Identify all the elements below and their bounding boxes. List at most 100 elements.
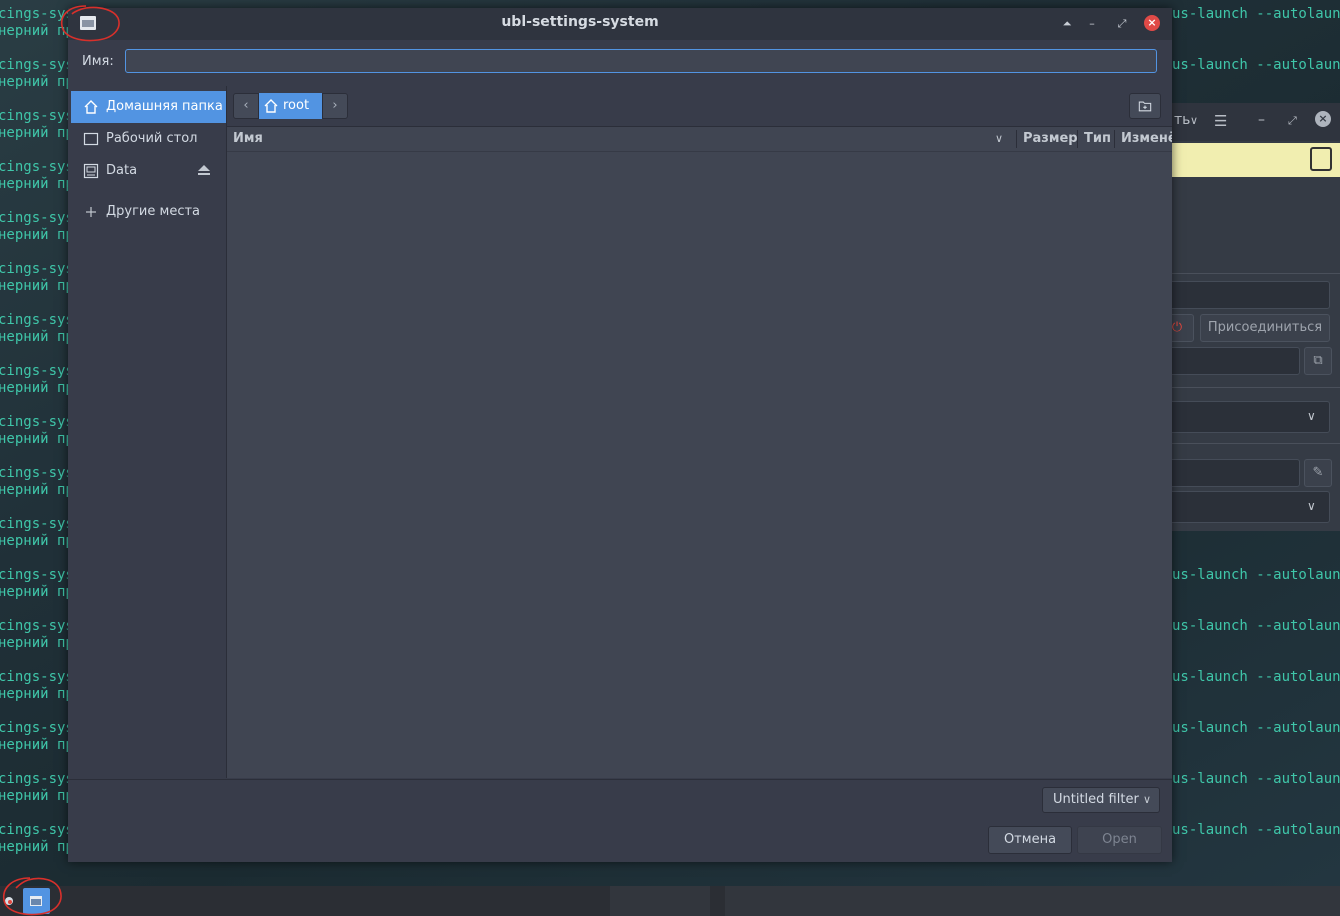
pencil-icon[interactable]: ✎ — [1304, 459, 1332, 487]
chevron-left-icon[interactable]: ‹ — [233, 93, 259, 119]
terminal-text: cings-sys — [0, 210, 74, 226]
terminal-text: нерний пр — [0, 686, 74, 702]
hamburger-menu-icon[interactable]: ☰ — [1214, 112, 1227, 130]
terminal-text: нерний пр — [0, 23, 74, 39]
start-menu-icon[interactable] — [4, 896, 14, 906]
terminal-text: cings-sys — [0, 516, 74, 532]
minimize-icon[interactable]: – — [1258, 112, 1265, 128]
column-header: Имя ∨ Размер Тип Изменён — [227, 127, 1172, 152]
terminal-text: cings-sys — [0, 108, 74, 124]
open-button[interactable]: Open — [1077, 826, 1162, 854]
new-folder-icon — [1138, 101, 1152, 112]
sidebar-item-label: Другие места — [106, 204, 201, 219]
taskbar-item-dialog[interactable] — [23, 888, 50, 914]
terminal-text: нерний пр — [0, 533, 74, 549]
terminal-text: cings-sys — [0, 363, 74, 379]
sidebar-item-desktop[interactable]: Рабочий стол — [71, 123, 226, 155]
connect-button[interactable]: Присоединиться — [1200, 314, 1330, 342]
sidebar-item-other-places[interactable]: Другие места — [71, 196, 226, 228]
terminal-text: us-launch --autolaunc — [1172, 771, 1340, 787]
terminal-text: cings-sys — [0, 720, 74, 736]
minimize-icon[interactable]: – — [1083, 15, 1101, 33]
terminal-text: нерний пр — [0, 737, 74, 753]
sort-chevron-icon[interactable]: ∨ — [995, 132, 1003, 145]
drive-icon — [83, 163, 99, 179]
terminal-text: us-launch --autolaunc — [1172, 669, 1340, 685]
maximize-icon[interactable]: ⤢ — [1113, 15, 1131, 33]
background-input-3[interactable] — [1160, 459, 1300, 487]
filter-dropdown[interactable]: Untitled filter ∨ — [1042, 787, 1160, 813]
sidebar-item-label: Data — [106, 163, 138, 178]
terminal-text: нерний пр — [0, 380, 74, 396]
background-menu-label[interactable]: ть — [1174, 112, 1190, 128]
terminal-text: cings-sys — [0, 669, 74, 685]
terminal-text: us-launch --autolaunc — [1172, 822, 1340, 838]
terminal-text: нерний пр — [0, 584, 74, 600]
close-icon[interactable]: × — [1315, 111, 1331, 127]
terminal-text: cings-sys — [0, 261, 74, 277]
terminal-text: нерний пр — [0, 788, 74, 804]
taskbar-segment — [725, 886, 1340, 916]
window-icon — [30, 896, 42, 906]
warning-banner — [1160, 143, 1340, 177]
terminal-text: us-launch --autolaunc — [1172, 57, 1340, 73]
terminal-text: cings-sys — [0, 567, 74, 583]
terminal-text: us-launch --autolaunc — [1172, 618, 1340, 634]
path-bar: ‹ root › — [227, 86, 1172, 127]
terminal-text: cings-sys — [0, 414, 74, 430]
terminal-text: cings-sys — [0, 465, 74, 481]
background-app-header: ть ∨ ☰ – ⤢ × — [1160, 103, 1340, 141]
terminal-text: cings-sys — [0, 6, 74, 22]
column-modified[interactable]: Изменён — [1121, 131, 1172, 146]
copy-icon[interactable]: ⧉ — [1304, 347, 1332, 375]
cancel-button[interactable]: Отмена — [988, 826, 1072, 854]
action-bar: Отмена Open — [68, 819, 1172, 862]
places-sidebar: Домашняя папка Рабочий стол Data Другие … — [71, 86, 227, 778]
taskbar-segment — [610, 886, 710, 916]
background-input-2[interactable] — [1160, 347, 1300, 375]
terminal-text: us-launch --autolaunc — [1172, 6, 1340, 22]
filter-bar: Untitled filter ∨ — [68, 779, 1172, 820]
new-folder-button[interactable] — [1129, 93, 1161, 119]
taskbar — [0, 886, 1340, 916]
terminal-text: cings-sys — [0, 159, 74, 175]
terminal-text: нерний пр — [0, 125, 74, 141]
save-icon[interactable] — [1310, 147, 1332, 171]
sidebar-item-label: Домашняя папка — [106, 99, 223, 114]
sidebar-item-home[interactable]: Домашняя папка — [71, 91, 226, 123]
terminal-text: нерний пр — [0, 74, 74, 90]
chevron-down-icon: ∨ — [1307, 499, 1316, 513]
shade-icon[interactable]: ⏶ — [1058, 15, 1076, 33]
column-name[interactable]: Имя — [233, 131, 263, 146]
sidebar-item-data[interactable]: Data — [71, 155, 226, 187]
terminal-text: cings-sys — [0, 57, 74, 73]
background-input[interactable] — [1160, 281, 1330, 309]
terminal-text: нерний пр — [0, 227, 74, 243]
maximize-icon[interactable]: ⤢ — [1288, 114, 1297, 128]
column-type[interactable]: Тип — [1084, 131, 1111, 146]
column-size[interactable]: Размер — [1023, 131, 1078, 146]
terminal-text: cings-sys — [0, 822, 74, 838]
terminal-text: нерний пр — [0, 839, 74, 855]
breadcrumb-label: root — [283, 98, 310, 113]
terminal-text: нерний пр — [0, 176, 74, 192]
terminal-text: нерний пр — [0, 635, 74, 651]
terminal-text: нерний пр — [0, 482, 74, 498]
background-dropdown-2[interactable]: ∨ — [1160, 491, 1330, 523]
background-app-window: ть ∨ ☰ – ⤢ × ⏻ Присоединиться ⧉ ∨ ✎ ∨ — [1160, 103, 1340, 531]
name-row: Имя: — [68, 40, 1172, 86]
plus-icon — [86, 207, 96, 217]
eject-icon[interactable] — [197, 163, 211, 177]
breadcrumb-root[interactable]: root — [259, 93, 322, 119]
filter-label: Untitled filter — [1053, 792, 1139, 807]
terminal-text: нерний пр — [0, 329, 74, 345]
dialog-title: ubl-settings-system — [501, 14, 659, 30]
background-dropdown[interactable]: ∨ — [1160, 401, 1330, 433]
home-icon — [84, 100, 98, 114]
home-icon — [264, 99, 278, 113]
close-button[interactable]: × — [1144, 15, 1160, 31]
chevron-down-icon: ∨ — [1307, 409, 1316, 423]
chevron-right-icon[interactable]: › — [322, 93, 348, 119]
filename-input[interactable] — [125, 49, 1157, 73]
terminal-text: us-launch --autolaunc — [1172, 567, 1340, 583]
